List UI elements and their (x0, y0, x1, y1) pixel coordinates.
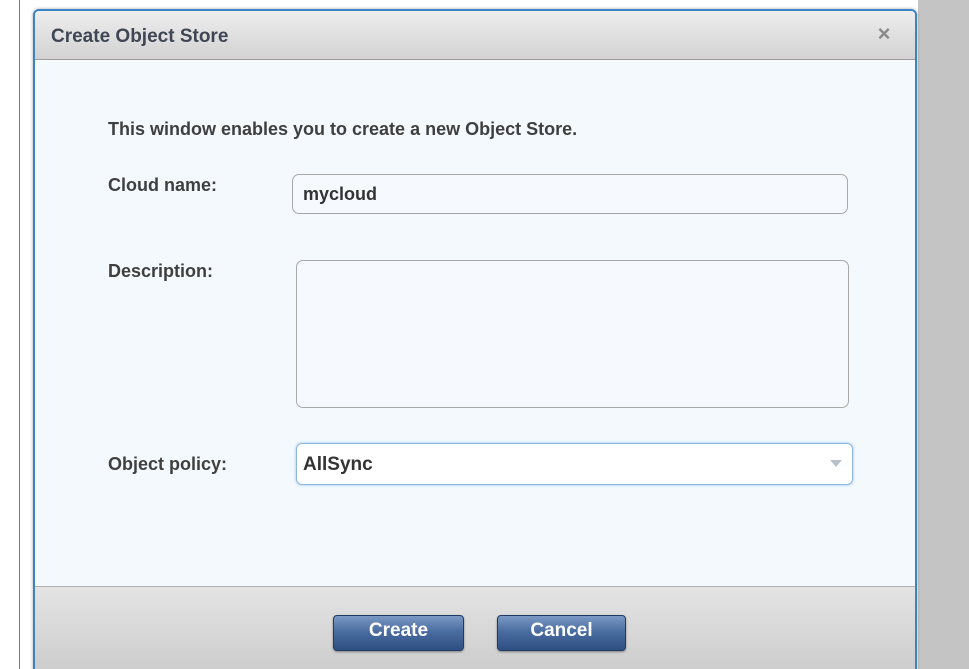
object-policy-label: Object policy: (108, 454, 228, 474)
dialog-footer (35, 586, 915, 669)
dialog-title: Create Object Store (51, 26, 229, 47)
cloud-name-input[interactable]: mycloud (292, 174, 848, 214)
description-textarea[interactable] (296, 260, 849, 408)
chevron-down-icon (830, 460, 842, 467)
description-label: Description: (108, 261, 214, 281)
create-button[interactable]: Create (333, 615, 464, 651)
backdrop-edge (19, 0, 20, 669)
backdrop-overlay (918, 0, 969, 669)
screen: Create Object Store × This window enable… (0, 0, 969, 669)
close-icon[interactable]: × (873, 23, 895, 45)
dialog-titlebar: Create Object Store × (35, 11, 915, 60)
cancel-button[interactable]: Cancel (497, 615, 626, 651)
object-policy-value: AllSync (303, 454, 373, 475)
intro-text: This window enables you to create a new … (108, 119, 578, 139)
object-policy-select[interactable]: AllSync (296, 443, 853, 485)
create-object-store-dialog: Create Object Store × This window enable… (33, 9, 917, 669)
cloud-name-label: Cloud name: (108, 175, 218, 195)
